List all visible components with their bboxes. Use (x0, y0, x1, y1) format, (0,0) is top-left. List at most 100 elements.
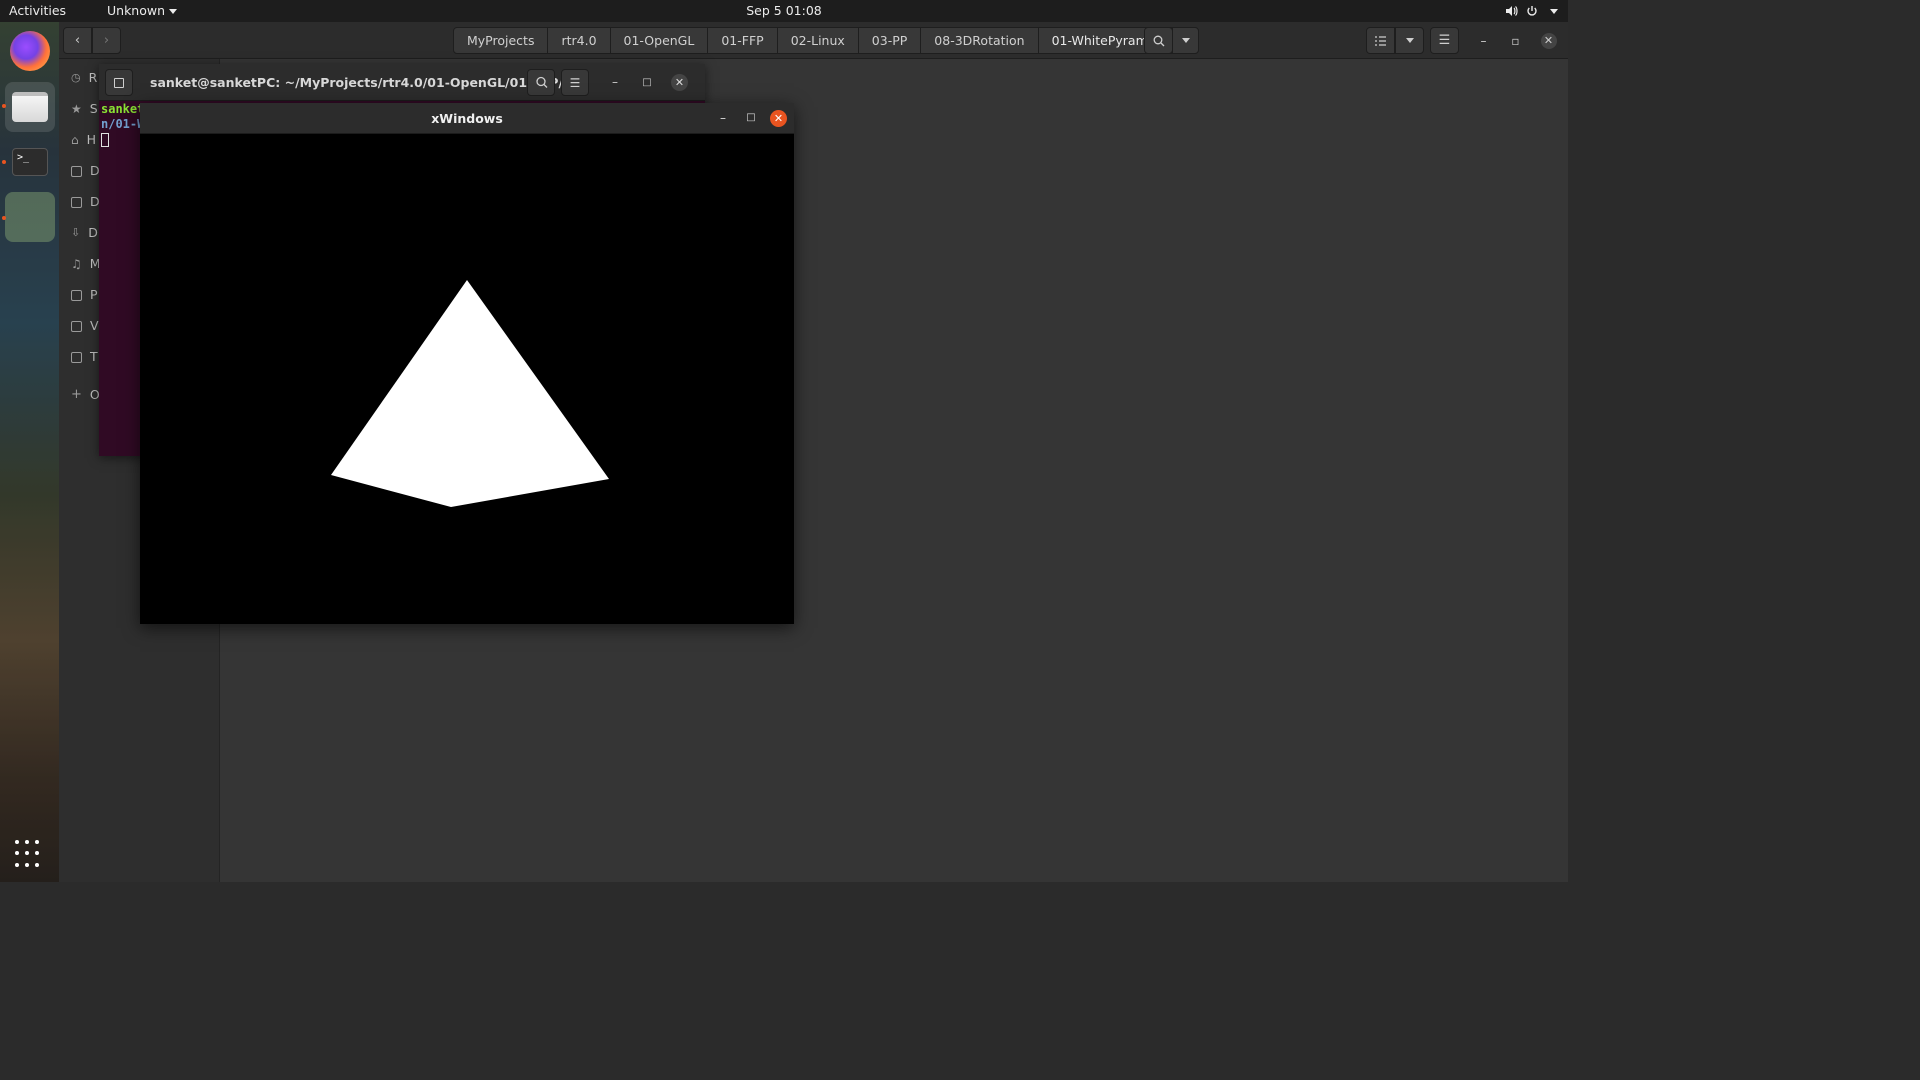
list-view-icon (1375, 35, 1386, 46)
app-menu[interactable]: Unknown (107, 0, 178, 22)
xwindows-close-button[interactable]: ✕ (770, 110, 787, 127)
minimize-icon: – (612, 75, 618, 89)
sidebar-item-starred[interactable]: ★ S (71, 99, 98, 119)
chevron-down-icon (1181, 38, 1190, 43)
terminal-maximize-button[interactable]: □ (637, 69, 657, 96)
opengl-canvas[interactable] (140, 134, 794, 624)
app-thumbnail-icon (10, 197, 50, 237)
search-button[interactable] (1144, 27, 1173, 54)
system-menu-caret-icon (1550, 8, 1558, 14)
recent-icon: ◷ (71, 71, 81, 84)
view-list-button[interactable] (1366, 27, 1395, 54)
sidebar-item-recent[interactable]: ◷ R (71, 68, 97, 88)
trash-icon (71, 351, 82, 363)
power-icon (1527, 6, 1537, 16)
hamburger-menu-button[interactable]: ☰ (1430, 27, 1459, 54)
view-options-button[interactable] (1395, 27, 1424, 54)
forward-button[interactable]: › (92, 27, 121, 54)
breadcrumb-pp[interactable]: 03-PP (859, 28, 922, 53)
breadcrumb-myprojects[interactable]: MyProjects (454, 28, 549, 53)
terminal-close-button[interactable]: ✕ (671, 74, 688, 91)
videos-icon (71, 320, 82, 332)
maximize-icon: □ (642, 77, 652, 88)
sidebar-item-trash[interactable]: T (71, 347, 98, 367)
running-indicator (2, 160, 6, 164)
xwindows-minimize-button[interactable]: – (715, 108, 731, 128)
sidebar-item-desktop[interactable]: D (71, 161, 100, 181)
path-menu-button[interactable] (1172, 28, 1198, 53)
activities-button[interactable]: Activities (9, 0, 66, 22)
breadcrumb-opengl[interactable]: 01-OpenGL (611, 28, 709, 53)
starred-icon: ★ (71, 102, 82, 116)
sidebar-item-label: D (88, 225, 98, 240)
dock-item-xwindows-app[interactable] (5, 192, 55, 242)
minimize-button[interactable]: – (1470, 27, 1497, 54)
sidebar-item-downloads[interactable]: ⇩ D (71, 223, 98, 243)
desktop-icon (71, 165, 82, 177)
path-bar: MyProjects rtr4.0 01-OpenGL 01-FFP 02-Li… (453, 27, 1200, 54)
clock[interactable]: Sep 5 01:08 (746, 3, 821, 18)
sidebar-item-label: H (86, 132, 97, 147)
pictures-icon (71, 289, 82, 301)
close-button[interactable]: ✕ (1535, 27, 1562, 54)
terminal-menu-button[interactable]: ☰ (561, 69, 589, 96)
music-icon: ♫ (71, 257, 82, 271)
breadcrumb-3drotation[interactable]: 08-3DRotation (921, 28, 1039, 53)
documents-icon (71, 196, 82, 208)
xwindows-maximize-button[interactable]: □ (743, 108, 759, 128)
new-tab-icon (114, 77, 124, 88)
app-menu-label: Unknown (107, 3, 166, 18)
close-icon: ✕ (1540, 32, 1557, 49)
minimize-icon: – (720, 111, 726, 125)
hamburger-icon: ☰ (569, 75, 581, 90)
clock-container: Sep 5 01:08 (0, 0, 1568, 22)
breadcrumb-ffp[interactable]: 01-FFP (708, 28, 778, 53)
close-icon: ✕ (674, 76, 685, 89)
sidebar-item-pictures[interactable]: P (71, 285, 98, 305)
new-tab-button[interactable] (105, 69, 133, 96)
restore-button[interactable]: ▫ (1502, 27, 1529, 54)
chevron-down-icon (1405, 38, 1414, 43)
top-bar: Activities Unknown Sep 5 01:08 (0, 0, 1568, 22)
dock-item-files[interactable] (5, 82, 55, 132)
files-headerbar: ‹ › MyProjects rtr4.0 01-OpenGL 01-FFP 0… (59, 22, 1568, 59)
terminal-title: sanket@sanketPC: ~/MyProjects/rtr4.0/01-… (150, 75, 586, 90)
sidebar-item-videos[interactable]: V (71, 316, 99, 336)
close-icon: ✕ (773, 112, 784, 125)
sidebar-item-documents[interactable]: D (71, 192, 100, 212)
app-menu-caret-icon (169, 9, 178, 14)
dock-item-firefox[interactable] (5, 26, 55, 76)
home-icon: ⌂ (71, 133, 79, 147)
hamburger-icon: ☰ (1438, 33, 1451, 48)
sidebar-item-other-locations[interactable]: + O (71, 385, 100, 405)
xwindows-window: xWindows – □ ✕ (140, 103, 794, 624)
terminal-search-button[interactable] (527, 69, 555, 96)
xwindows-titlebar[interactable]: xWindows – □ ✕ (140, 103, 794, 134)
sidebar-item-label: P (90, 287, 98, 302)
window-title: xWindows (431, 111, 503, 126)
restore-icon: ▫ (1511, 33, 1520, 48)
sidebar-item-label: R (88, 70, 98, 85)
terminal-minimize-button[interactable]: – (605, 69, 625, 96)
sidebar-item-label: V (90, 318, 99, 333)
pyramid-render (331, 280, 609, 507)
sidebar-item-music[interactable]: ♫ M (71, 254, 101, 274)
terminal-cursor (101, 132, 109, 147)
system-tray[interactable] (1505, 0, 1558, 22)
maximize-icon: □ (746, 112, 756, 123)
chevron-left-icon: ‹ (74, 33, 81, 48)
breadcrumb-rtr[interactable]: rtr4.0 (548, 28, 611, 53)
chevron-right-icon: › (103, 33, 110, 48)
breadcrumb-linux[interactable]: 02-Linux (778, 28, 859, 53)
terminal-headerbar: sanket@sanketPC: ~/MyProjects/rtr4.0/01-… (99, 64, 705, 101)
sidebar-item-home[interactable]: ⌂ H (71, 130, 96, 150)
minimize-icon: – (1480, 33, 1487, 48)
running-indicator (2, 104, 6, 108)
downloads-icon: ⇩ (71, 226, 81, 239)
terminal-icon: >_ (12, 148, 48, 176)
dock-item-terminal[interactable]: >_ (5, 137, 55, 187)
search-icon (1153, 35, 1164, 46)
dock: >_ (0, 22, 59, 882)
back-button[interactable]: ‹ (63, 27, 92, 54)
apps-grid-icon[interactable] (15, 840, 43, 868)
